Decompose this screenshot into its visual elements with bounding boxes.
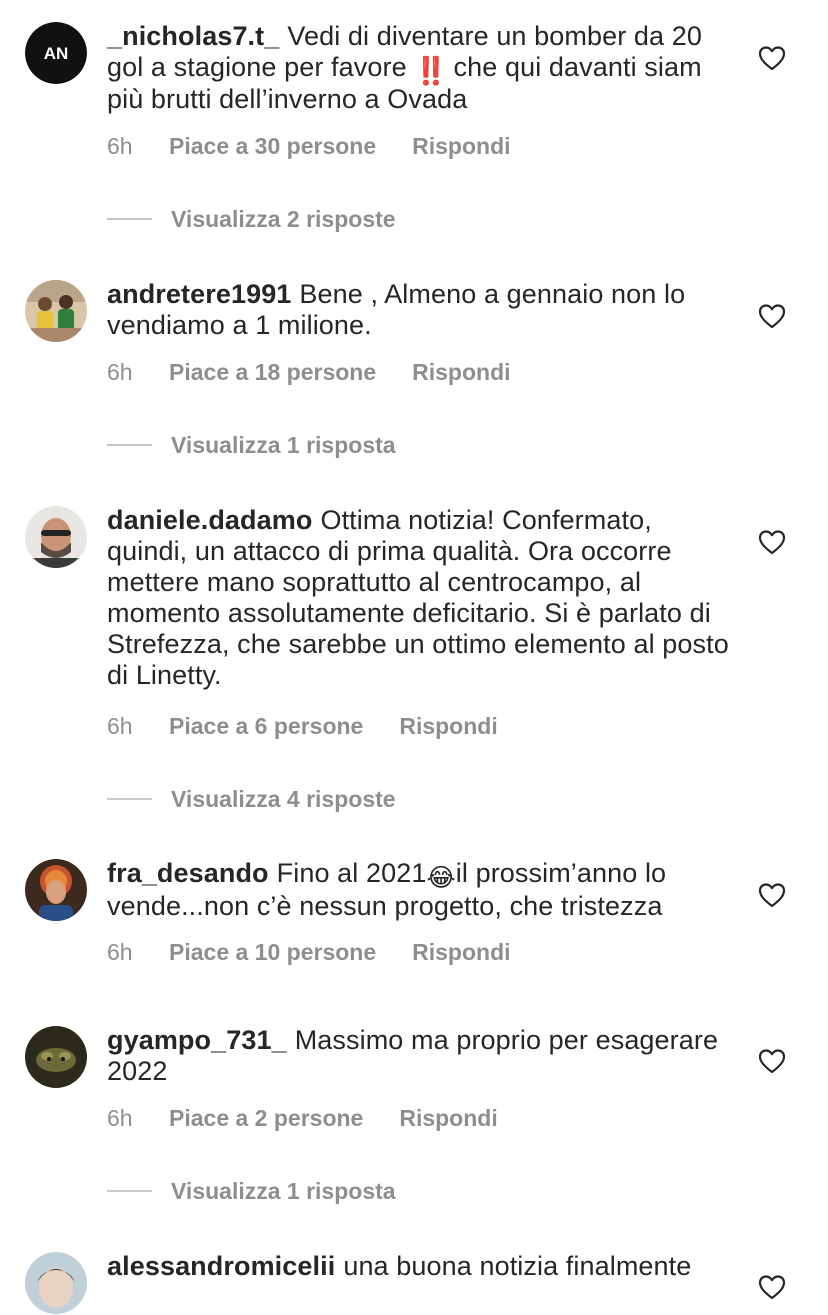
timestamp: 6h — [107, 939, 133, 965]
heart-outline-icon[interactable] — [758, 1274, 786, 1300]
likes-count[interactable]: Piace a 18 persone — [169, 359, 376, 386]
double-exclamation-emoji: ‼️ — [414, 56, 448, 86]
view-replies-label: Visualizza 2 risposte — [171, 205, 396, 232]
avatar[interactable] — [25, 859, 87, 921]
view-replies-button[interactable]: Visualizza 2 risposte — [107, 204, 396, 234]
heart-outline-icon[interactable] — [758, 45, 786, 71]
reply-button[interactable]: Rispondi — [412, 359, 510, 386]
comment-text: gyampo_731_ Massimo ma proprio per esager… — [107, 1025, 719, 1086]
avatar[interactable] — [25, 280, 87, 342]
replies-divider — [107, 798, 152, 800]
username[interactable]: andretere1991 — [107, 279, 291, 309]
reply-button[interactable]: Rispondi — [412, 939, 510, 966]
likes-count[interactable]: Piace a 6 persone — [169, 713, 363, 740]
username[interactable]: gyampo_731_ — [107, 1025, 287, 1055]
likes-count[interactable]: Piace a 2 persone — [169, 1105, 363, 1132]
username[interactable]: fra_desando — [107, 858, 269, 888]
comment-text: _nicholas7.t_ Vedi di diventare un bomber… — [107, 21, 702, 114]
comment-meta: 6h Piace a 2 persone Rispondi — [107, 1105, 498, 1132]
heart-outline-icon[interactable] — [758, 529, 786, 555]
reply-button[interactable]: Rispondi — [399, 713, 497, 740]
comment-meta: 6h Piace a 10 persone Rispondi — [107, 939, 511, 966]
timestamp: 6h — [107, 713, 133, 739]
heart-outline-icon[interactable] — [758, 882, 786, 908]
avatar[interactable] — [25, 1252, 87, 1314]
timestamp: 6h — [107, 359, 133, 385]
comment-text: daniele.dadamo Ottima notizia! Confermato… — [107, 505, 729, 690]
avatar[interactable] — [25, 1026, 87, 1088]
replies-divider — [107, 444, 152, 446]
view-replies-button[interactable]: Visualizza 4 risposte — [107, 784, 396, 814]
comment-meta: 6h Piace a 30 persone Rispondi — [107, 133, 511, 160]
timestamp: 6h — [107, 1105, 133, 1131]
username[interactable]: _nicholas7.t_ — [107, 21, 279, 51]
avatar[interactable]: AN — [25, 22, 87, 84]
avatar[interactable] — [25, 506, 87, 568]
username[interactable]: alessandromicelii — [107, 1251, 335, 1281]
laughing-emoji: 😂 — [426, 864, 456, 892]
view-replies-label: Visualizza 1 risposta — [171, 431, 396, 458]
likes-count[interactable]: Piace a 10 persone — [169, 939, 376, 966]
view-replies-button[interactable]: Visualizza 1 risposta — [107, 1176, 396, 1206]
comment-text: andretere1991 Bene , Almeno a gennaio non… — [107, 279, 686, 340]
comment-meta: 6h Piace a 18 persone Rispondi — [107, 359, 511, 386]
replies-divider — [107, 1190, 152, 1192]
view-replies-label: Visualizza 4 risposte — [171, 785, 396, 812]
username[interactable]: daniele.dadamo — [107, 505, 312, 535]
heart-outline-icon[interactable] — [758, 303, 786, 329]
svg-text:AN: AN — [44, 44, 69, 63]
reply-button[interactable]: Rispondi — [412, 133, 510, 160]
reply-button[interactable]: Rispondi — [399, 1105, 497, 1132]
timestamp: 6h — [107, 133, 133, 159]
comment-meta: 6h Piace a 6 persone Rispondi — [107, 713, 498, 740]
view-replies-label: Visualizza 1 risposta — [171, 1177, 396, 1204]
comment-text: alessandromicelii una buona notizia final… — [107, 1251, 692, 1281]
comment-text: fra_desando Fino al 2021😂il prossim’anno … — [107, 858, 667, 921]
view-replies-button[interactable]: Visualizza 1 risposta — [107, 430, 396, 460]
heart-outline-icon[interactable] — [758, 1048, 786, 1074]
replies-divider — [107, 218, 152, 220]
likes-count[interactable]: Piace a 30 persone — [169, 133, 376, 160]
